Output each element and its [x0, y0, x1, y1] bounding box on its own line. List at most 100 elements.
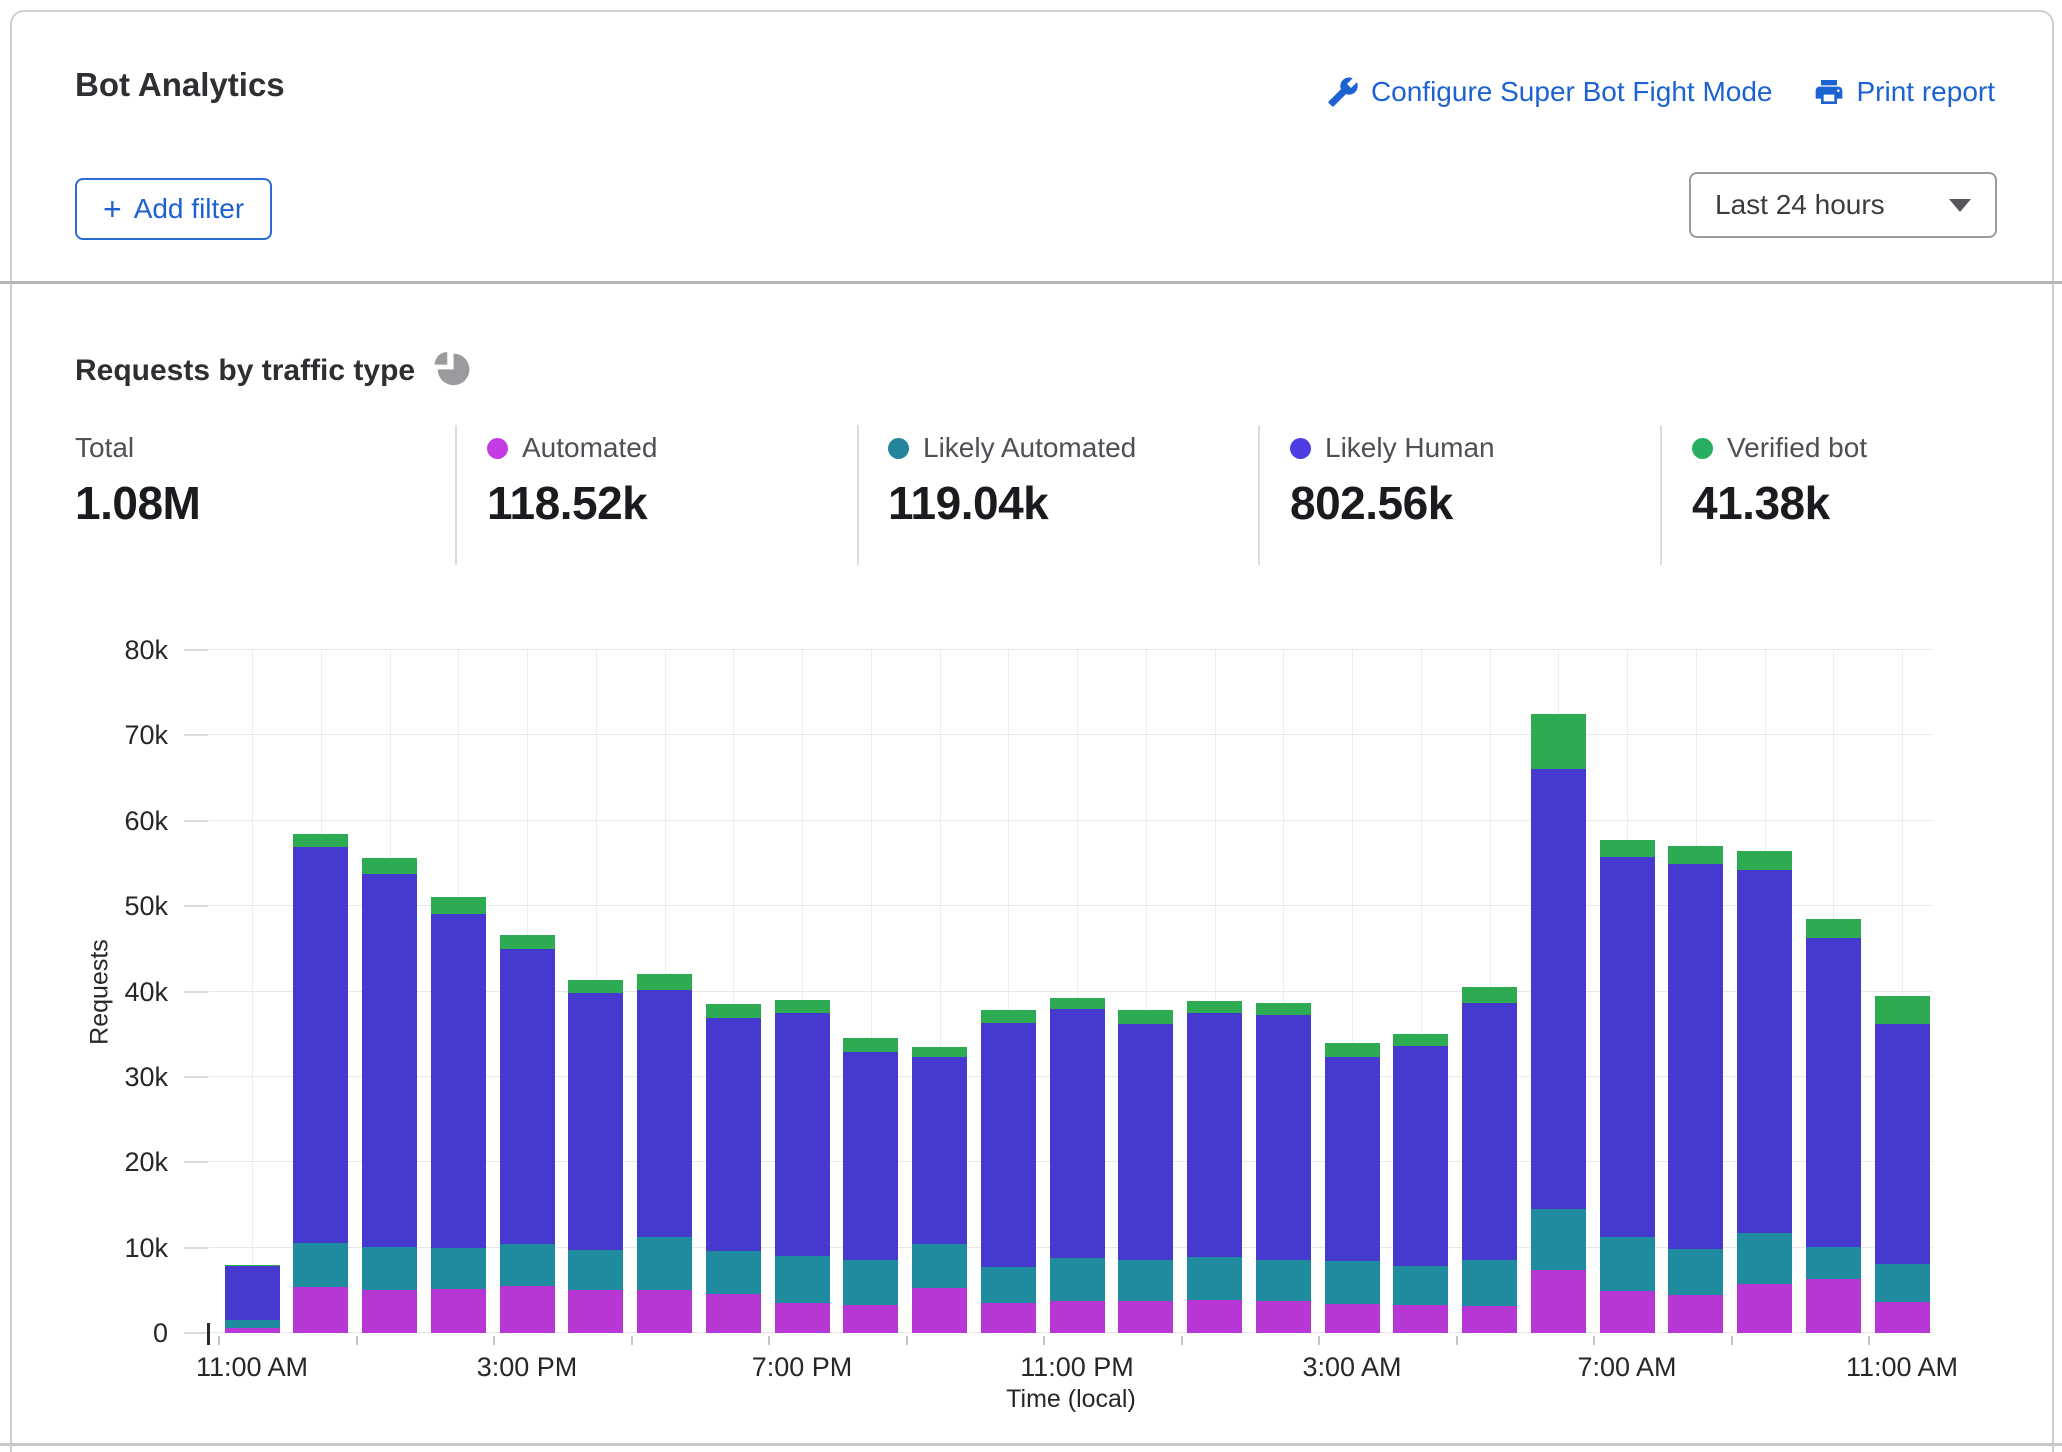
bar-segment-likely-automated[interactable] — [431, 1248, 486, 1288]
bar-segment-likely-automated[interactable] — [1462, 1260, 1517, 1306]
bar-segment-likely-human[interactable] — [431, 914, 486, 1249]
bar-segment-automated[interactable] — [568, 1290, 623, 1333]
bar-segment-automated[interactable] — [1256, 1301, 1311, 1333]
bar-segment-likely-human[interactable] — [500, 949, 555, 1244]
bar-segment-likely-human[interactable] — [1050, 1009, 1105, 1257]
bar-segment-likely-automated[interactable] — [981, 1267, 1036, 1303]
bar-segment-automated[interactable] — [637, 1290, 692, 1333]
bar-segment-verified-bot[interactable] — [637, 974, 692, 989]
bar-segment-automated[interactable] — [431, 1289, 486, 1333]
bar-segment-likely-automated[interactable] — [225, 1320, 280, 1328]
bar-segment-verified-bot[interactable] — [1531, 714, 1586, 769]
bar-segment-automated[interactable] — [1325, 1304, 1380, 1333]
bar-segment-likely-automated[interactable] — [637, 1237, 692, 1291]
bar-segment-likely-automated[interactable] — [1325, 1261, 1380, 1304]
bar-segment-verified-bot[interactable] — [293, 834, 348, 848]
bar-segment-verified-bot[interactable] — [568, 980, 623, 994]
bar-segment-automated[interactable] — [1600, 1291, 1655, 1333]
bar-segment-likely-automated[interactable] — [362, 1247, 417, 1291]
bar-segment-likely-human[interactable] — [1325, 1057, 1380, 1261]
bar-segment-automated[interactable] — [1118, 1301, 1173, 1333]
bar-segment-likely-human[interactable] — [293, 847, 348, 1243]
bar-segment-likely-human[interactable] — [1668, 864, 1723, 1249]
bar-segment-verified-bot[interactable] — [912, 1047, 967, 1057]
bar-segment-likely-human[interactable] — [1737, 870, 1792, 1233]
bar-segment-automated[interactable] — [362, 1290, 417, 1333]
bar-segment-likely-automated[interactable] — [1118, 1260, 1173, 1301]
bar-segment-verified-bot[interactable] — [225, 1265, 280, 1267]
bar-segment-likely-automated[interactable] — [1875, 1264, 1930, 1302]
bar-segment-verified-bot[interactable] — [1462, 987, 1517, 1002]
bar-segment-automated[interactable] — [1806, 1279, 1861, 1333]
bar-segment-likely-human[interactable] — [637, 990, 692, 1237]
bar-segment-likely-automated[interactable] — [1806, 1247, 1861, 1279]
bar-segment-likely-human[interactable] — [1531, 769, 1586, 1210]
bar-segment-likely-human[interactable] — [568, 993, 623, 1250]
bar-segment-verified-bot[interactable] — [981, 1010, 1036, 1023]
bar-segment-likely-automated[interactable] — [1256, 1260, 1311, 1301]
bar-segment-verified-bot[interactable] — [1737, 851, 1792, 871]
bar-segment-likely-human[interactable] — [1600, 857, 1655, 1236]
bar-segment-likely-human[interactable] — [1187, 1013, 1242, 1257]
bar-segment-verified-bot[interactable] — [500, 935, 555, 949]
bar-segment-automated[interactable] — [1462, 1306, 1517, 1333]
bar-segment-verified-bot[interactable] — [1118, 1010, 1173, 1024]
bar-segment-likely-human[interactable] — [1462, 1003, 1517, 1260]
bar-segment-likely-human[interactable] — [981, 1023, 1036, 1267]
bar-segment-automated[interactable] — [843, 1305, 898, 1333]
bar-segment-automated[interactable] — [1050, 1301, 1105, 1333]
bar-segment-verified-bot[interactable] — [1393, 1034, 1448, 1046]
bar-segment-automated[interactable] — [225, 1328, 280, 1333]
bar-segment-likely-human[interactable] — [775, 1013, 830, 1256]
bar-segment-automated[interactable] — [775, 1303, 830, 1333]
bar-segment-automated[interactable] — [1737, 1284, 1792, 1333]
bar-segment-automated[interactable] — [1393, 1305, 1448, 1333]
bar-segment-likely-automated[interactable] — [706, 1251, 761, 1294]
bar-segment-verified-bot[interactable] — [1187, 1001, 1242, 1013]
bar-segment-automated[interactable] — [1187, 1300, 1242, 1333]
bar-segment-likely-automated[interactable] — [1050, 1258, 1105, 1301]
bar-segment-automated[interactable] — [500, 1286, 555, 1333]
bar-segment-likely-automated[interactable] — [293, 1243, 348, 1287]
bar-segment-automated[interactable] — [912, 1288, 967, 1333]
bar-segment-verified-bot[interactable] — [775, 1000, 830, 1013]
bar-segment-verified-bot[interactable] — [843, 1038, 898, 1052]
bar-segment-likely-automated[interactable] — [1531, 1209, 1586, 1270]
bar-segment-likely-human[interactable] — [1256, 1015, 1311, 1260]
bar-segment-verified-bot[interactable] — [1600, 840, 1655, 857]
bar-segment-likely-human[interactable] — [912, 1057, 967, 1244]
bar-segment-verified-bot[interactable] — [706, 1004, 761, 1018]
bar-segment-verified-bot[interactable] — [1806, 919, 1861, 938]
bar-segment-likely-automated[interactable] — [843, 1260, 898, 1304]
bar-segment-verified-bot[interactable] — [1668, 846, 1723, 864]
bar-segment-likely-automated[interactable] — [775, 1256, 830, 1303]
bar-segment-verified-bot[interactable] — [431, 897, 486, 914]
bar-segment-likely-human[interactable] — [362, 874, 417, 1247]
bar-segment-likely-automated[interactable] — [912, 1244, 967, 1288]
bar-segment-likely-automated[interactable] — [1600, 1237, 1655, 1292]
bar-segment-automated[interactable] — [981, 1303, 1036, 1333]
bar-segment-verified-bot[interactable] — [1256, 1003, 1311, 1015]
bar-segment-likely-automated[interactable] — [1187, 1257, 1242, 1300]
bar-segment-likely-human[interactable] — [706, 1018, 761, 1251]
bar-segment-likely-human[interactable] — [225, 1266, 280, 1320]
bar-segment-automated[interactable] — [1531, 1270, 1586, 1333]
bar-segment-likely-human[interactable] — [1875, 1024, 1930, 1264]
bar-segment-automated[interactable] — [293, 1287, 348, 1333]
bar-segment-likely-human[interactable] — [1118, 1024, 1173, 1260]
bar-segment-likely-automated[interactable] — [1668, 1249, 1723, 1294]
bar-segment-likely-automated[interactable] — [1393, 1266, 1448, 1304]
bar-segment-verified-bot[interactable] — [362, 858, 417, 873]
bar-segment-verified-bot[interactable] — [1050, 998, 1105, 1009]
bar-segment-likely-human[interactable] — [843, 1052, 898, 1260]
bar-segment-likely-human[interactable] — [1393, 1046, 1448, 1266]
bar-segment-automated[interactable] — [1668, 1295, 1723, 1333]
bar-segment-automated[interactable] — [706, 1294, 761, 1333]
bar-segment-likely-human[interactable] — [1806, 938, 1861, 1247]
bar-segment-verified-bot[interactable] — [1325, 1043, 1380, 1058]
bar-segment-automated[interactable] — [1875, 1302, 1930, 1333]
bar-segment-verified-bot[interactable] — [1875, 996, 1930, 1024]
bar-segment-likely-automated[interactable] — [500, 1244, 555, 1286]
bar-segment-likely-automated[interactable] — [1737, 1233, 1792, 1284]
bar-segment-likely-automated[interactable] — [568, 1250, 623, 1290]
